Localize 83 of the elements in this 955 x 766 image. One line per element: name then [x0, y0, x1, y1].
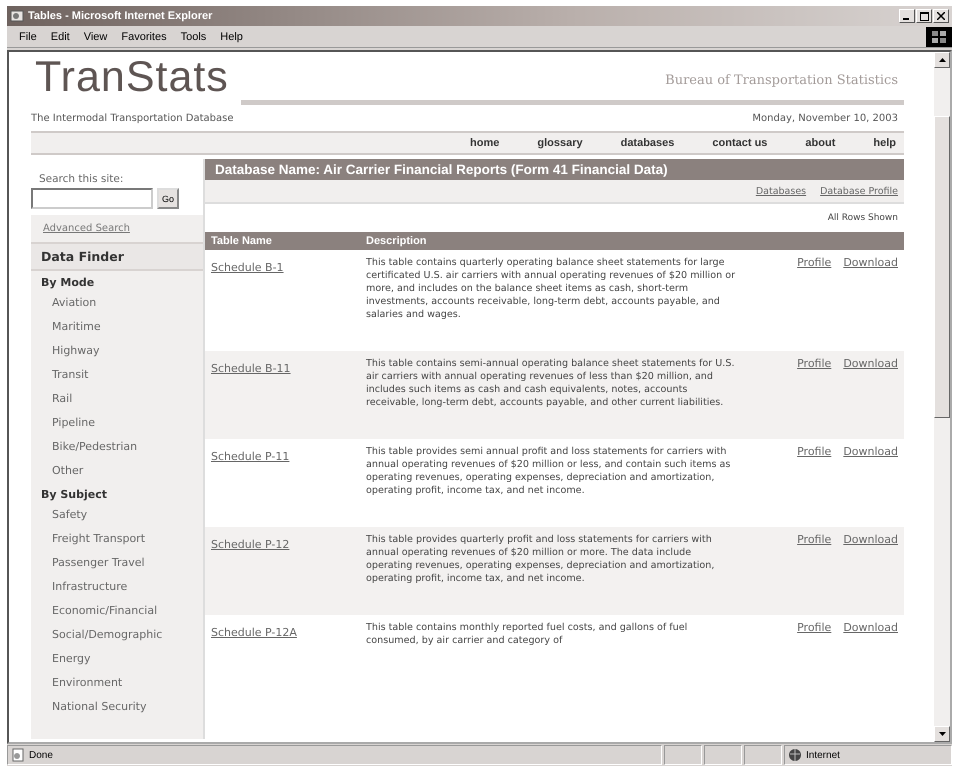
search-label: Search this site: [39, 173, 124, 185]
browser-logo [926, 26, 952, 46]
row-link[interactable]: Download [843, 621, 898, 647]
menu-item[interactable]: Favorites [121, 30, 167, 42]
category-link[interactable]: Other [31, 459, 203, 483]
close-icon [937, 12, 945, 20]
row-link[interactable]: Download [843, 357, 898, 409]
category-link[interactable]: Social/Demographic [31, 623, 203, 647]
description-text: This table provides quarterly profit and loss statements for carriers with annual operating revenues of $20 million or more. The data include operating revenues, operating expenses, depreciation and amortization, operating profit, income tax, and net income. [366, 533, 716, 585]
go-button[interactable]: Go [157, 188, 180, 209]
row-link[interactable]: Download [843, 256, 898, 321]
row-link[interactable]: Profile [797, 533, 832, 585]
database-title: Database Name: Air Carrier Financial Reports (Form 41 Financial Data) [205, 159, 904, 180]
nav-link[interactable]: about [805, 137, 836, 149]
category-link[interactable]: Infrastructure [31, 575, 203, 599]
category-link[interactable]: Pipeline [31, 411, 203, 435]
data-finder-heading: Data Finder [31, 242, 203, 271]
category-link[interactable]: Highway [31, 339, 203, 363]
table-link[interactable]: Schedule B-1 [211, 261, 284, 274]
browser-icon [10, 9, 24, 23]
description-text: This table contains semi-annual operating balance sheet statements for U.S. air carriers with annual operating revenues of less than $20 million, and includes such items as cash and cash equivalents, notes, accounts receivable, long-term debt, accounts payable, and other current liabilities. [366, 357, 736, 409]
menu-item[interactable]: Tools [180, 30, 206, 42]
row-link[interactable]: Profile [797, 445, 832, 497]
close-button[interactable] [933, 9, 949, 23]
table-link[interactable]: Schedule P-12A [211, 626, 297, 639]
table-link[interactable]: Schedule P-11 [211, 450, 290, 463]
globe-icon [788, 748, 802, 762]
category-link[interactable]: Aviation [31, 291, 203, 315]
category-link[interactable]: Freight Transport [31, 527, 203, 551]
menu-item[interactable]: View [84, 30, 108, 42]
scroll-up-icon[interactable] [938, 58, 946, 62]
nav-link[interactable]: contact us [712, 137, 768, 149]
zone-text: Internet [806, 750, 840, 760]
status-panel [744, 745, 782, 765]
category-link[interactable]: Passenger Travel [31, 551, 203, 575]
agency-name: Bureau of Transportation Statistics [665, 73, 898, 88]
nav-link[interactable]: help [873, 137, 896, 149]
row-link[interactable]: Profile [797, 256, 832, 321]
category-link[interactable]: National Security [31, 695, 203, 719]
scroll-down-icon[interactable] [938, 732, 946, 736]
status-panel [664, 745, 702, 765]
minimize-button[interactable] [899, 9, 915, 23]
description-text: This table contains monthly reported fuel costs, and gallons of fuel consumed, by air carrier and category of [366, 621, 688, 647]
row-link[interactable]: Download [843, 533, 898, 585]
column-header: Table Name [210, 235, 273, 247]
category-link[interactable]: Bike/Pedestrian [31, 435, 203, 459]
menu-item[interactable]: File [19, 30, 37, 42]
window-title: Tables - Microsoft Internet Explorer [28, 10, 212, 22]
advanced-search-link[interactable]: Advanced Search [43, 223, 130, 234]
site-tagline: The Intermodal Transportation Database [31, 112, 234, 124]
maximize-icon [920, 12, 928, 20]
nav-link[interactable]: databases [620, 137, 674, 149]
category-link[interactable]: Maritime [31, 315, 203, 339]
rows-note: All Rows Shown [828, 213, 898, 223]
category-link[interactable]: Rail [31, 387, 203, 411]
status-text: Done [29, 750, 53, 760]
database-link[interactable]: Database Profile [820, 186, 898, 196]
column-header: Description [366, 235, 428, 247]
table-link[interactable]: Schedule P-12 [211, 538, 290, 551]
menu-item[interactable]: Help [220, 30, 243, 42]
category-link[interactable]: Energy [31, 647, 203, 671]
group-heading: By Mode [40, 275, 96, 291]
maximize-button[interactable] [916, 9, 932, 23]
nav-link[interactable]: home [470, 137, 500, 149]
description-text: This table provides semi annual profit and loss statements for carriers with annual operating revenues of $20 million or less, and contain such items as operating revenues, operating expenses, depreciation and amortization, operating profit, income tax, and net income. [366, 445, 732, 497]
search-field[interactable] [31, 188, 153, 209]
table-link[interactable]: Schedule B-11 [211, 362, 291, 375]
category-link[interactable]: Transit [31, 363, 203, 387]
row-link[interactable]: Profile [797, 621, 832, 647]
date-text: Monday, November 10, 2003 [752, 112, 898, 124]
group-heading: By Subject [40, 487, 108, 503]
status-panel [704, 745, 742, 765]
site-logo: TranStats [35, 54, 229, 100]
description-text: This table contains quarterly operating balance sheet statements for large certificated U.S. air carriers with annual operating revenues of $20 million or more, and includes on the balance sheet items as cash, short-term investments, accounts receivable, long-term debt, accounts payable, and salaries and wages. [366, 256, 736, 321]
row-link[interactable]: Download [843, 445, 898, 497]
nav-link[interactable]: glossary [537, 137, 583, 149]
database-link[interactable]: Databases [756, 186, 806, 196]
category-link[interactable]: Environment [31, 671, 203, 695]
page-icon [11, 748, 25, 762]
category-link[interactable]: Safety [31, 503, 203, 527]
row-link[interactable]: Profile [797, 357, 832, 409]
category-link[interactable]: Economic/Financial [31, 599, 203, 623]
menu-item[interactable]: Edit [50, 30, 70, 42]
